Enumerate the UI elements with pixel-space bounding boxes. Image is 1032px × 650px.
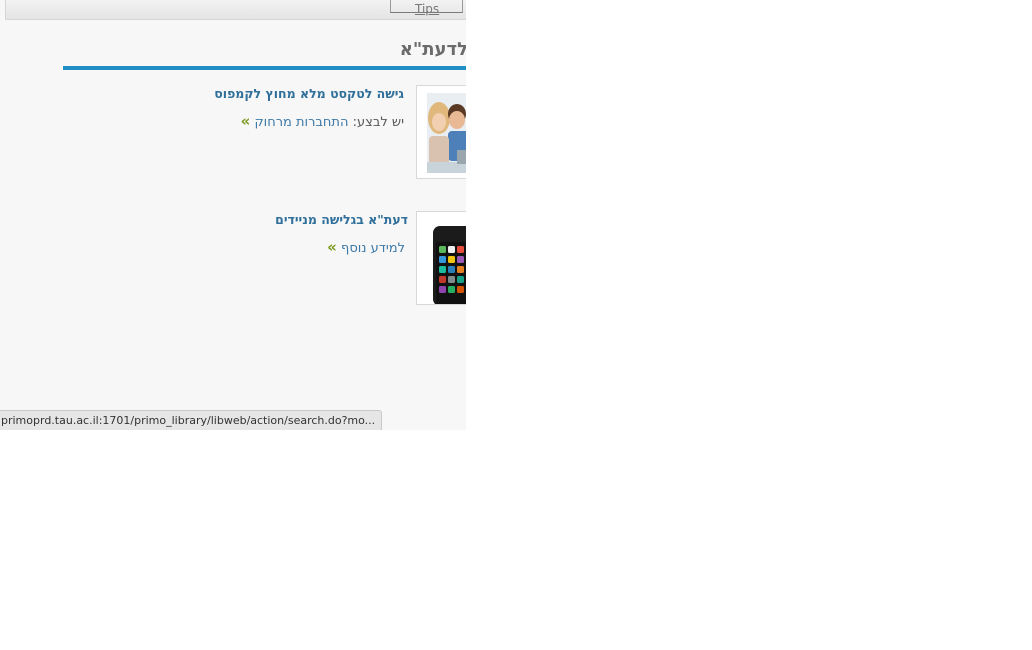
instruction-label: יש לבצע: <box>352 115 404 130</box>
raquo-arrow-icon: » <box>240 112 251 130</box>
tips-link[interactable]: Tips <box>415 2 439 16</box>
section-title: לדעת"א <box>399 39 466 60</box>
raquo-arrow-icon: » <box>327 238 337 256</box>
section-divider <box>63 66 466 70</box>
mobile-access-thumbnail[interactable] <box>416 211 466 305</box>
smartphone-image <box>417 212 466 304</box>
browser-viewport: Tips לדעת"א גישה לטקסט מלא מחוץ לקמפוס י… <box>0 0 466 430</box>
item-title-mobile-access[interactable]: דעת"א בגלישה מניידים <box>275 212 408 228</box>
remote-access-thumbnail[interactable] <box>416 85 466 179</box>
remote-login-link[interactable]: התחברות מרחוק <box>254 115 348 130</box>
item-line-remote-access: יש לבצע: התחברות מרחוק » <box>241 113 404 131</box>
item-title-remote-access[interactable]: גישה לטקסט מלא מחוץ לקמפוס <box>214 86 404 102</box>
more-info-link[interactable]: למידע נוסף <box>341 241 405 256</box>
family-laptop-image <box>417 86 466 178</box>
status-bar-url: primoprd.tau.ac.il:1701/primo_library/li… <box>0 410 383 430</box>
item-line-mobile-access: למידע נוסף » <box>327 239 405 257</box>
